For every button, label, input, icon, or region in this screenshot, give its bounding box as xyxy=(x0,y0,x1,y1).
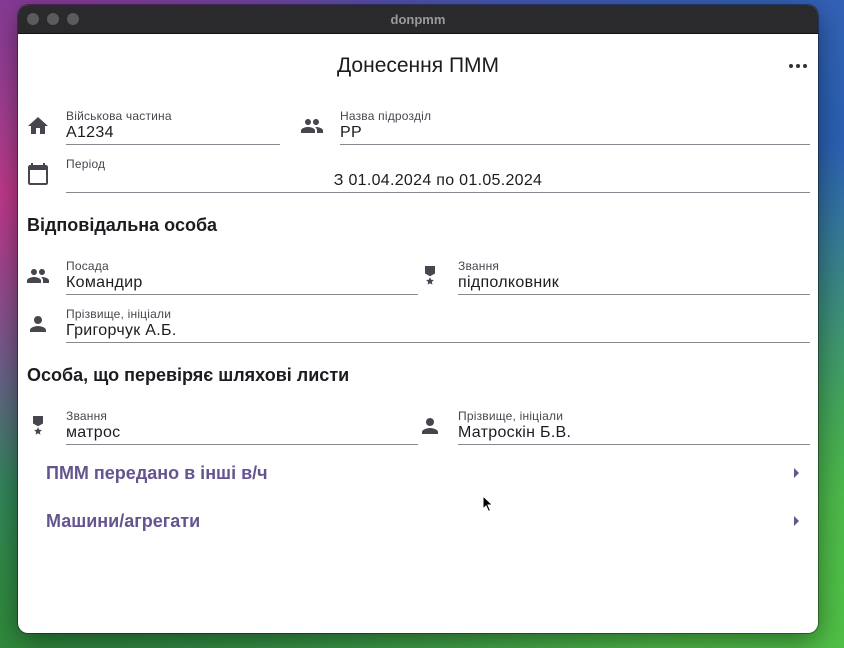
responsible-rank-value: підполковник xyxy=(458,274,560,291)
window-title: donpmm xyxy=(390,12,446,27)
nav-vehicles[interactable]: Машини/агрегати xyxy=(36,502,806,542)
checker-rank-field[interactable]: Звання матрос xyxy=(66,409,418,445)
subdivision-label: Назва підрозділ xyxy=(340,109,432,123)
home-icon xyxy=(26,114,50,138)
checker-rank-label: Звання xyxy=(66,409,108,423)
responsible-name-label: Прізвище, ініціали xyxy=(66,307,172,321)
more-horiz-icon[interactable] xyxy=(786,54,810,78)
checker-name-label: Прізвище, ініціали xyxy=(458,409,564,423)
mouse-cursor-icon xyxy=(482,495,494,513)
checker-rank-value: матрос xyxy=(66,424,121,441)
military-medal-icon xyxy=(26,414,50,438)
group-icon xyxy=(300,114,324,138)
nav-fuel-transferred-label: ПММ передано в інші в/ч xyxy=(46,463,268,483)
responsible-name-field[interactable]: Прізвище, ініціали Григорчук А.Б. xyxy=(66,307,810,343)
nav-vehicles-label: Машини/агрегати xyxy=(46,511,201,531)
title-bar[interactable]: donpmm xyxy=(18,5,818,34)
responsible-position-value: Командир xyxy=(66,274,143,291)
checker-name-field[interactable]: Прізвище, ініціали Матроскін Б.В. xyxy=(458,409,810,445)
responsible-person-heading: Відповідальна особа xyxy=(27,215,218,235)
military-unit-value: А1234 xyxy=(66,124,114,141)
calendar-icon xyxy=(26,162,50,186)
chevron-right-icon xyxy=(794,468,799,478)
page-title: Донесення ПММ xyxy=(336,54,500,77)
period-value: З 01.04.2024 по 01.05.2024 xyxy=(333,172,543,189)
person-icon xyxy=(26,312,50,336)
group-icon xyxy=(26,264,50,288)
period-label: Період xyxy=(66,157,106,171)
subdivision-field[interactable]: Назва підрозділ РР xyxy=(340,109,810,145)
responsible-name-value: Григорчук А.Б. xyxy=(66,322,177,339)
chevron-right-icon xyxy=(794,516,799,526)
responsible-rank-label: Звання xyxy=(458,259,500,273)
responsible-rank-field[interactable]: Звання підполковник xyxy=(458,259,810,295)
period-field[interactable]: Період З 01.04.2024 по 01.05.2024 xyxy=(66,157,810,193)
military-unit-field[interactable]: Військова частина А1234 xyxy=(66,109,280,145)
report-form: Донесення ПММ Військова частина А1234 На… xyxy=(18,34,818,633)
checker-heading: Особа, що перевіряє шляхові листи xyxy=(27,365,350,385)
responsible-position-label: Посада xyxy=(66,259,109,273)
person-icon xyxy=(418,414,442,438)
military-unit-label: Військова частина xyxy=(66,109,172,123)
checker-name-value: Матроскін Б.В. xyxy=(458,424,572,441)
responsible-position-field[interactable]: Посада Командир xyxy=(66,259,418,295)
military-medal-icon xyxy=(418,264,442,288)
nav-fuel-transferred[interactable]: ПММ передано в інші в/ч xyxy=(36,454,806,494)
app-window: donpmm Донесення ПММ Військова частина А… xyxy=(18,5,818,633)
subdivision-value: РР xyxy=(340,124,362,141)
